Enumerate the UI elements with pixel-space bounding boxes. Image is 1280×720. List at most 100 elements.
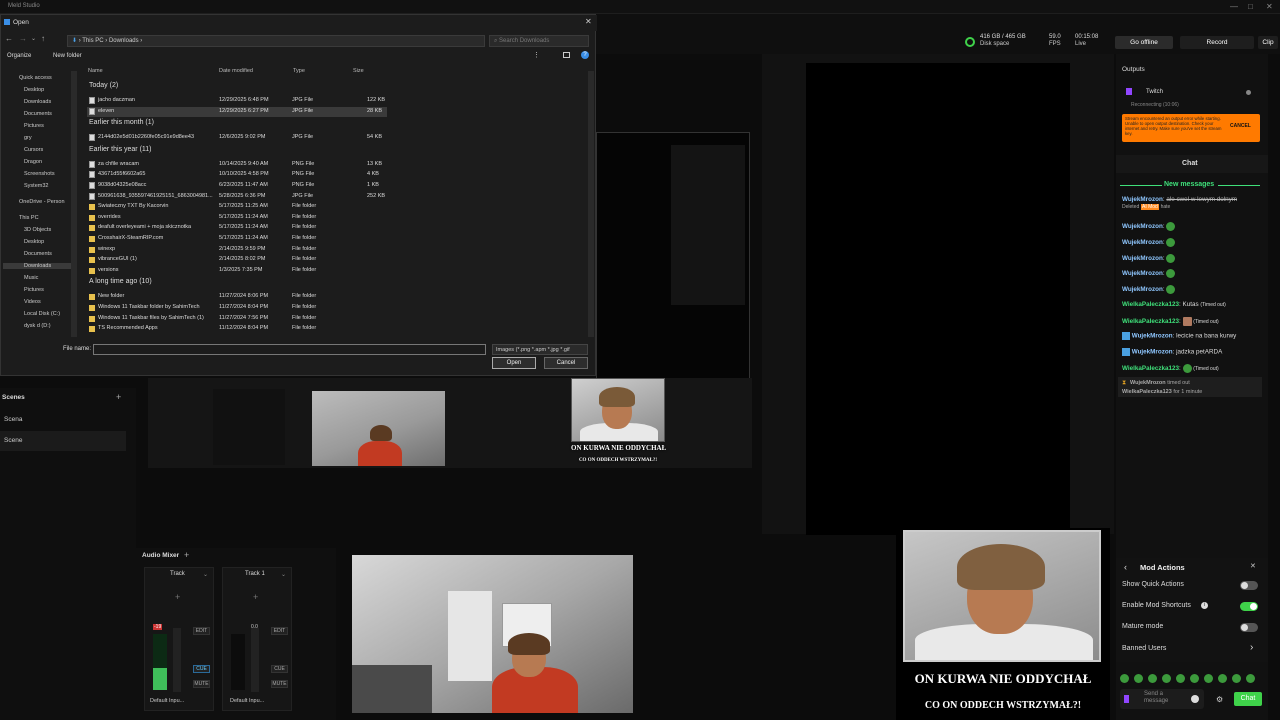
chat-message[interactable]: WielkaPaleczka123: (Timed out) xyxy=(1122,364,1219,373)
chat-message[interactable]: WujekMrozon: xyxy=(1122,222,1176,231)
breadcrumb-item[interactable]: This PC xyxy=(82,38,103,44)
search-box[interactable]: ⌕ Search Downloads xyxy=(489,35,589,47)
facecam-thumb[interactable] xyxy=(571,378,665,442)
minimize-icon[interactable]: — xyxy=(1230,2,1238,11)
up-arrow-icon[interactable]: ↑ xyxy=(41,34,45,43)
emote-icon[interactable] xyxy=(1190,674,1199,683)
close-icon[interactable]: ✕ xyxy=(1250,562,1256,570)
file-row[interactable]: Windows 11 Taskbar folder by SahimTech 11… xyxy=(87,303,387,313)
nav-item[interactable]: Pictures xyxy=(24,287,44,293)
enable-mod-shortcuts-toggle[interactable] xyxy=(1240,602,1258,611)
scene-item[interactable]: Scena xyxy=(4,416,22,423)
add-track-icon[interactable]: + xyxy=(184,550,189,560)
track-device[interactable]: Default Inpu... xyxy=(230,698,264,704)
view-options-icon[interactable]: ⋮ xyxy=(533,51,540,59)
file-group-header[interactable]: Today (2) xyxy=(89,82,118,89)
column-header-name[interactable]: Name xyxy=(88,68,103,74)
emote-icon[interactable] xyxy=(1162,674,1171,683)
settings-gear-icon[interactable]: ⚙ xyxy=(1216,695,1223,704)
file-row[interactable]: vibranceGUI (1) 2/14/2025 8:02 PM File fol… xyxy=(87,255,387,265)
file-row[interactable]: deafult overleyeami + moja skicznotka 5/1… xyxy=(87,223,387,233)
go-offline-button[interactable]: Go offline xyxy=(1115,36,1173,49)
nav-item[interactable]: Cursors xyxy=(24,147,43,153)
file-row[interactable]: winexp 2/14/2025 9:59 PM File folder xyxy=(87,245,387,255)
chat-message[interactable]: WielkaPaleczka123: (Timed out) xyxy=(1122,317,1219,326)
chat-username[interactable]: WielkaPaleczka123 xyxy=(1122,365,1179,372)
nav-item[interactable]: Quick access xyxy=(19,75,52,81)
emote-icon[interactable] xyxy=(1120,674,1129,683)
file-row[interactable]: eleven 12/29/2025 6:27 PM JPG File 28 KB xyxy=(87,106,387,117)
notice-user[interactable]: WujekMrozon xyxy=(1130,380,1166,386)
cancel-button[interactable]: Cancel xyxy=(544,357,588,369)
banned-users-chevron-icon[interactable]: › xyxy=(1250,642,1253,653)
nav-item-selected[interactable]: Downloads xyxy=(3,263,71,269)
forward-arrow-icon[interactable]: → xyxy=(19,34,27,43)
file-row[interactable]: 43671d55f6602a65 10/10/2025 4:58 PM PNG Fi… xyxy=(87,170,387,180)
chat-username[interactable]: WielkaPaleczka123 xyxy=(1122,301,1179,308)
webcam-preview[interactable] xyxy=(352,555,633,713)
file-group-header[interactable]: A long time ago (10) xyxy=(89,278,152,285)
chat-message[interactable]: WielkaPaleczka123: Kutas (Timed out) xyxy=(1122,301,1226,308)
file-group-header[interactable]: Earlier this year (11) xyxy=(89,146,152,153)
chat-username[interactable]: WujekMrozon xyxy=(1132,349,1173,356)
scene-item-selected[interactable]: Scene xyxy=(0,431,126,451)
volume-slider[interactable] xyxy=(251,628,259,692)
nav-item[interactable]: Screenshots xyxy=(24,171,55,177)
file-type-select[interactable]: Images (*.png *.apm *.jpg *.gif xyxy=(492,344,588,355)
preview-pane-icon[interactable] xyxy=(563,52,570,58)
file-group-header[interactable]: Earlier this month (1) xyxy=(89,119,154,126)
edit-button[interactable]: EDIT xyxy=(193,627,210,635)
chat-message[interactable]: WujekMrozon: xyxy=(1122,285,1176,294)
mixer-thumb[interactable] xyxy=(213,389,285,465)
nav-item[interactable]: Pictures xyxy=(24,123,44,129)
track-device[interactable]: Default Inpu... xyxy=(150,698,184,704)
help-icon[interactable]: ? xyxy=(581,51,589,59)
chat-username[interactable]: WujekMrozon xyxy=(1132,333,1173,340)
file-row[interactable]: New folder 11/27/2024 8:06 PM File folder xyxy=(87,292,387,302)
close-icon[interactable]: ✕ xyxy=(1266,2,1273,11)
chat-message[interactable]: WujekMrozon: xyxy=(1122,269,1176,278)
file-row[interactable]: 2144d02e5d01b2260fe05c91e9d8ee43 12/6/202… xyxy=(87,133,387,143)
webcam-thumb[interactable] xyxy=(312,391,445,466)
info-icon[interactable]: i xyxy=(1201,602,1208,609)
file-row[interactable]: Windows 11 Taskbar files by SahimTech (1… xyxy=(87,314,387,324)
chat-username[interactable]: WujekMrozon xyxy=(1122,223,1163,230)
file-name-input[interactable] xyxy=(93,344,486,355)
emoji-icon[interactable] xyxy=(1191,695,1199,703)
nav-item[interactable]: Local Disk (C:) xyxy=(24,311,60,317)
add-source-icon[interactable]: + xyxy=(253,592,258,602)
emote-icon[interactable] xyxy=(1134,674,1143,683)
chat-message[interactable]: WujekMrozon: ale cwel w lewym dolnym Del… xyxy=(1122,196,1252,210)
error-cancel-button[interactable]: CANCEL xyxy=(1230,123,1251,129)
volume-slider[interactable] xyxy=(173,628,181,692)
mute-button[interactable]: MUTE xyxy=(193,680,210,688)
nav-item[interactable]: Downloads xyxy=(24,99,51,105)
nav-item[interactable]: 3D Objects xyxy=(24,227,51,233)
back-chevron-icon[interactable]: ‹ xyxy=(1124,562,1127,572)
chevron-down-icon[interactable]: ⌄ xyxy=(203,571,208,578)
breadcrumb-item[interactable]: Downloads xyxy=(109,38,139,44)
nav-item[interactable]: System32 xyxy=(24,183,48,189)
close-icon[interactable]: ✕ xyxy=(585,17,592,26)
column-header-size[interactable]: Size xyxy=(353,68,364,74)
nav-item[interactable]: dysk d (D:) xyxy=(24,323,51,329)
nav-item[interactable]: Videos xyxy=(24,299,41,305)
emote-icon[interactable] xyxy=(1148,674,1157,683)
chat-input[interactable]: Send a message xyxy=(1120,689,1204,709)
emote-icon[interactable] xyxy=(1176,674,1185,683)
nav-item[interactable]: Desktop xyxy=(24,87,44,93)
edit-button[interactable]: EDIT xyxy=(271,627,288,635)
file-row[interactable]: versions 1/3/2025 7:35 PM File folder xyxy=(87,266,387,276)
show-quick-actions-toggle[interactable] xyxy=(1240,581,1258,590)
chat-username[interactable]: WujekMrozon xyxy=(1122,286,1163,293)
chat-username[interactable]: WielkaPaleczka123 xyxy=(1122,318,1179,325)
recent-chevron-icon[interactable]: ⌄ xyxy=(31,35,36,42)
file-row[interactable]: overrides 5/17/2025 11:24 AM File folder xyxy=(87,213,387,223)
new-folder-button[interactable]: New folder xyxy=(53,53,82,59)
add-source-icon[interactable]: + xyxy=(175,592,180,602)
nav-item[interactable]: OneDrive - Person xyxy=(19,199,65,205)
nav-item[interactable]: This PC xyxy=(19,215,39,221)
maximize-icon[interactable]: □ xyxy=(1248,2,1253,11)
chat-message[interactable]: WujekMrozon: jadzka petARDA xyxy=(1122,348,1222,356)
chat-username[interactable]: WujekMrozon xyxy=(1122,196,1163,203)
